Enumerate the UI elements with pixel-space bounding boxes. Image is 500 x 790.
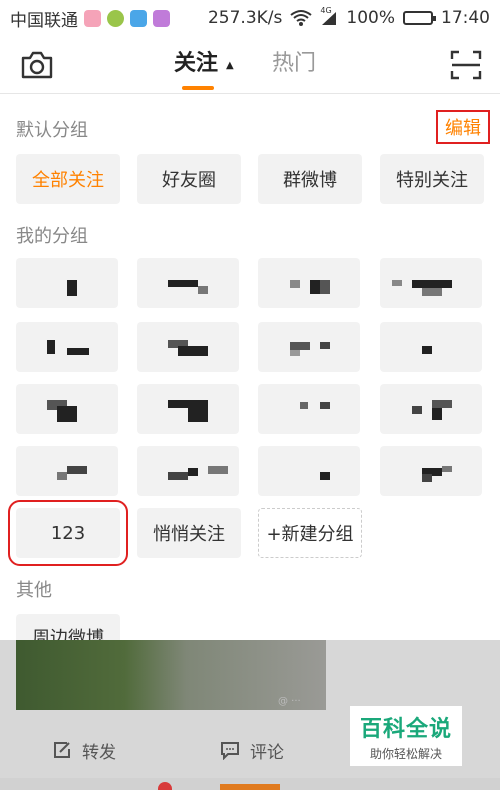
comment-button[interactable]: 评论 <box>220 738 284 763</box>
default-groups-label: 默认分组 <box>16 120 88 141</box>
obscured-group-chip[interactable] <box>380 258 482 308</box>
compose-button[interactable] <box>220 784 280 790</box>
wifi-icon <box>290 10 313 26</box>
other-groups-label: 其他 <box>16 580 52 601</box>
active-tab-indicator <box>182 86 214 90</box>
tab-hot[interactable]: 热门 <box>272 50 316 78</box>
site-watermark: 百科全说 助你轻松解决 <box>350 706 462 766</box>
obscured-group-chip[interactable] <box>258 384 360 434</box>
app-notification-icon <box>130 9 147 27</box>
photo-watermark: @ ··· <box>278 696 301 707</box>
camera-icon[interactable] <box>20 50 54 80</box>
obscured-group-chip[interactable] <box>137 322 239 372</box>
obscured-group-chip[interactable] <box>380 384 482 434</box>
obscured-group-chip[interactable] <box>258 258 360 308</box>
status-bar: 中国联通 257.3K/s 4G 100% 17:40 <box>0 0 500 36</box>
clock: 17:40 <box>441 8 490 28</box>
battery-percent: 100% <box>346 8 395 28</box>
new-group-button[interactable]: +新建分组 <box>258 508 362 558</box>
group-chip-123[interactable]: 123 <box>8 500 128 566</box>
group-chip-all[interactable]: 全部关注 <box>16 154 120 204</box>
carrier-label: 中国联通 <box>10 10 78 31</box>
group-chip-secret-follow[interactable]: 悄悄关注 <box>137 508 241 558</box>
obscured-group-chip[interactable] <box>258 446 360 496</box>
top-nav: 关注 ▲ 热门 <box>0 36 500 94</box>
obscured-group-chip[interactable] <box>380 322 482 372</box>
repost-label: 转发 <box>82 742 116 763</box>
obscured-group-chip[interactable] <box>16 384 118 434</box>
repost-button[interactable]: 转发 <box>52 738 116 763</box>
network-speed: 257.3K/s <box>207 8 283 28</box>
app-notification-icon <box>84 9 101 27</box>
obscured-group-chip[interactable] <box>16 446 118 496</box>
group-chip-special[interactable]: 特别关注 <box>380 154 484 204</box>
battery-icon <box>403 11 436 25</box>
watermark-subtitle: 助你轻松解决 <box>369 746 442 761</box>
app-notification-icon <box>107 9 124 27</box>
obscured-group-chip[interactable] <box>137 446 239 496</box>
obscured-group-chip[interactable] <box>137 258 239 308</box>
my-groups-label: 我的分组 <box>16 226 88 247</box>
group-chip-friends[interactable]: 好友圈 <box>137 154 241 204</box>
comment-label: 评论 <box>250 742 284 763</box>
obscured-group-chip[interactable] <box>16 258 118 308</box>
comment-icon <box>221 742 239 760</box>
app-notification-icon <box>153 9 170 27</box>
obscured-group-chip[interactable] <box>380 446 482 496</box>
scan-icon[interactable] <box>450 50 482 80</box>
tab-follow[interactable]: 关注 <box>174 50 218 78</box>
signal-icon: 4G <box>320 6 338 26</box>
group-chip-nearby[interactable]: 周边微博 <box>16 614 120 640</box>
group-chip-group-weibo[interactable]: 群微博 <box>258 154 362 204</box>
obscured-group-chip[interactable] <box>16 322 118 372</box>
edit-button[interactable]: 编辑 <box>436 110 490 144</box>
caret-up-icon: ▲ <box>226 60 234 71</box>
watermark-title: 百科全说 <box>359 716 452 742</box>
network-type: 4G <box>320 6 332 15</box>
feed-photo: @ ··· <box>16 640 326 710</box>
obscured-group-chip[interactable] <box>258 322 360 372</box>
obscured-group-chip[interactable] <box>137 384 239 434</box>
repost-icon <box>54 742 70 758</box>
notification-badge <box>158 782 172 790</box>
group-panel: 默认分组 编辑 全部关注 好友圈 群微博 特别关注 我的分组 123 悄悄关注 … <box>0 94 500 640</box>
